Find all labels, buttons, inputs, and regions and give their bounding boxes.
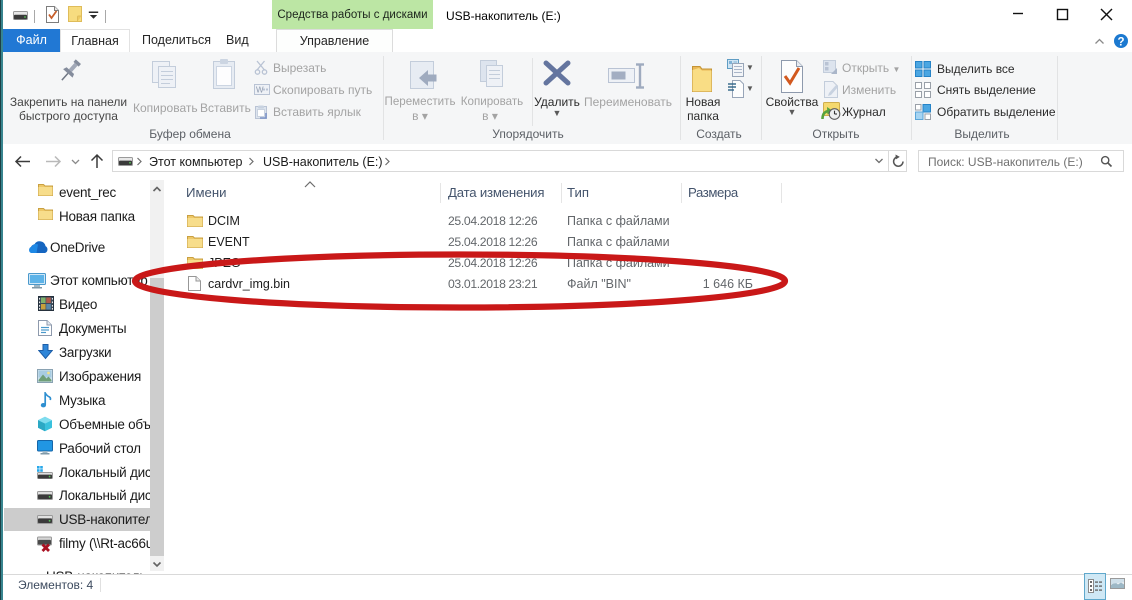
svg-text:?: ? bbox=[1117, 37, 1124, 49]
svg-text:W: W bbox=[256, 86, 264, 95]
